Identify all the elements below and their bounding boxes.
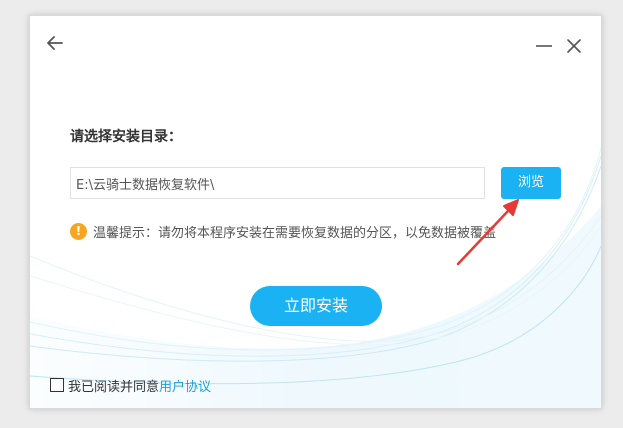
agreement-row: 我已阅读并同意 用户协议 [50, 376, 211, 395]
agreement-checkbox[interactable] [50, 378, 64, 392]
minimize-icon[interactable] [534, 36, 554, 56]
browse-button[interactable]: 浏览 [501, 167, 561, 199]
arrow-left-icon[interactable] [44, 32, 66, 54]
user-agreement-link[interactable]: 用户协议 [159, 376, 211, 395]
agreement-text: 我已阅读并同意 [68, 379, 160, 395]
install-now-button[interactable]: 立即安装 [250, 286, 382, 326]
install-dir-label: 请选择安装目录： [70, 129, 182, 145]
install-path-input[interactable] [70, 167, 485, 199]
desktop-background: 请选择安装目录： 浏览 ! 温馨提示：请勿将本程序安装在需要恢复数据的分区，以免… [0, 0, 623, 428]
info-icon: ! [70, 222, 87, 240]
close-icon[interactable] [564, 36, 584, 56]
tip-text: 温馨提示：请勿将本程序安装在需要恢复数据的分区，以免数据被覆盖 [93, 225, 497, 241]
installer-window: 请选择安装目录： 浏览 ! 温馨提示：请勿将本程序安装在需要恢复数据的分区，以免… [29, 15, 602, 409]
tip-row: ! 温馨提示：请勿将本程序安装在需要恢复数据的分区，以免数据被覆盖 [70, 221, 496, 241]
wave-background [30, 147, 601, 408]
